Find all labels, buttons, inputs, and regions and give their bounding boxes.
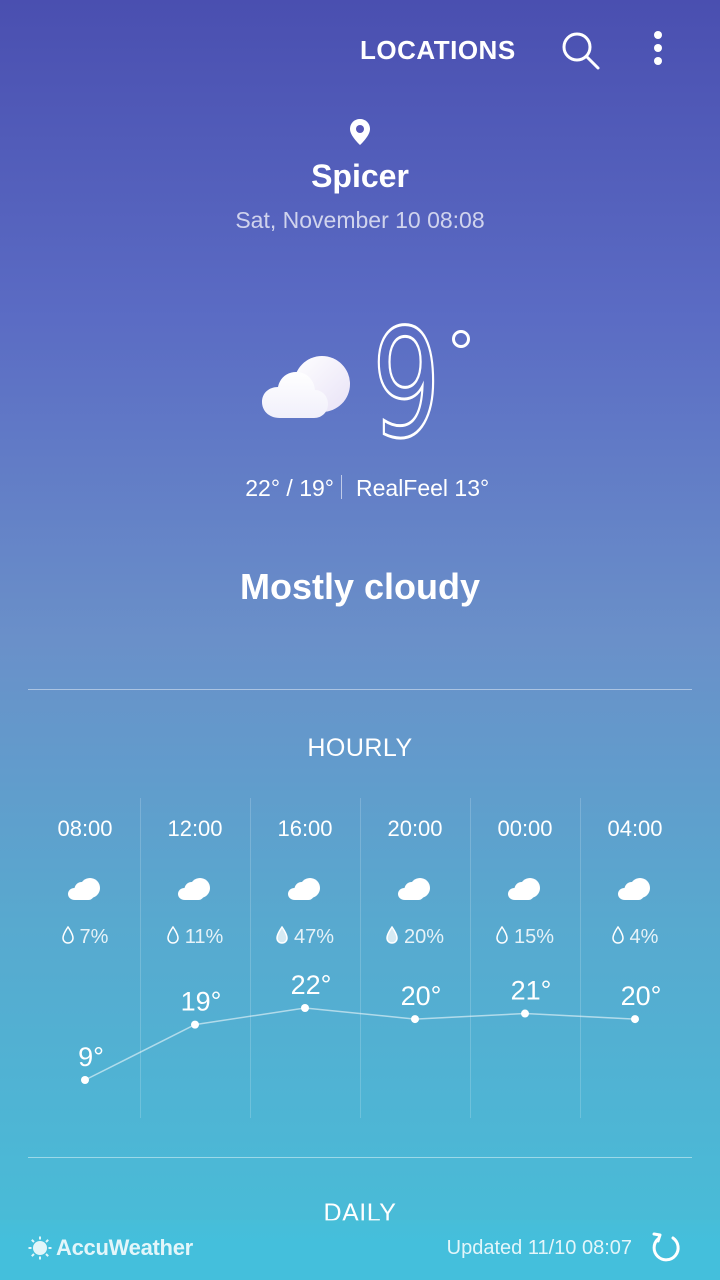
temperature-point	[191, 1020, 199, 1029]
mostly-cloudy-icon	[507, 876, 543, 902]
hourly-precipitation-value: 15%	[513, 926, 555, 948]
hourly-precipitation-value: 20%	[403, 926, 445, 948]
hourly-time: 12:00	[167, 816, 223, 841]
hourly-precipitation: 4%	[580, 922, 690, 952]
raindrop-icon	[276, 923, 288, 953]
temperature-label: 19°	[181, 987, 222, 1017]
section-divider	[28, 1157, 692, 1158]
hourly-precipitation: 15%	[470, 922, 580, 952]
hourly-time: 04:00	[607, 816, 663, 841]
hourly-precipitation-value: 4%	[629, 926, 659, 948]
mostly-cloudy-icon	[617, 876, 653, 902]
degree-symbol	[452, 330, 470, 348]
locations-button[interactable]: LOCATIONS	[360, 30, 515, 70]
temperature-point	[411, 1015, 419, 1024]
hourly-time: 00:00	[497, 816, 553, 841]
temperature-point	[81, 1076, 89, 1084]
raindrop-icon	[166, 923, 179, 953]
temperature-label: 21°	[511, 976, 552, 1006]
divider	[341, 475, 342, 499]
temperature-label: 9°	[78, 1042, 104, 1072]
hourly-time: 16:00	[277, 816, 333, 841]
weather-condition: Mostly cloudy	[239, 566, 481, 607]
temperature-label: 22°	[291, 970, 332, 1000]
hourly-precipitation-value: 11%	[184, 926, 224, 948]
hourly-precipitation-value: 47%	[293, 926, 335, 948]
search-icon[interactable]	[558, 28, 602, 72]
accuweather-logo[interactable]: AccuWeather	[56, 1232, 216, 1264]
temperature-point	[521, 1009, 529, 1018]
mostly-cloudy-icon	[67, 876, 103, 902]
hourly-section-title: HOURLY	[307, 734, 413, 762]
accuweather-sun-icon	[28, 1236, 52, 1260]
city-name[interactable]: Spicer	[200, 154, 520, 198]
more-vert-icon[interactable]	[640, 28, 676, 72]
temperature-line	[84, 1007, 636, 1081]
current-temperature-value: 9	[371, 298, 442, 472]
temperature-label: 20°	[621, 981, 662, 1011]
hourly-precipitation: 7%	[30, 922, 140, 952]
hourly-temperature-chart: 9° 19° 22° 20° 21° 20°	[78, 970, 662, 1084]
raindrop-icon	[496, 923, 508, 953]
hourly-precipitation: 11%	[140, 922, 250, 952]
mostly-cloudy-icon	[397, 876, 433, 902]
refresh-icon[interactable]	[648, 1230, 684, 1266]
hourly-precipitation-value: 7%	[79, 926, 109, 948]
raindrop-icon	[611, 923, 624, 953]
date-time: Sat, November 10 08:08	[235, 207, 485, 233]
hourly-time: 20:00	[387, 816, 443, 841]
current-temperature: 9	[371, 298, 492, 472]
location-pin-icon	[344, 116, 376, 148]
high-low-temperature: 22° / 19°	[245, 475, 334, 501]
mostly-cloudy-icon	[177, 876, 213, 902]
temperature-point	[301, 1004, 309, 1012]
temperature-label: 20°	[401, 981, 442, 1011]
realfeel-temperature: RealFeel 13°	[356, 475, 490, 501]
raindrop-icon	[386, 923, 398, 953]
mostly-cloudy-icon	[287, 876, 323, 902]
hourly-precipitation: 20%	[360, 922, 470, 952]
section-divider	[28, 689, 692, 690]
hourly-time: 08:00	[57, 816, 113, 841]
temperature-point	[631, 1015, 639, 1024]
updated-time: Updated 11/10 08:07	[446, 1237, 632, 1259]
mostly-cloudy-icon	[258, 350, 358, 425]
raindrop-icon	[61, 923, 74, 953]
hourly-precipitation: 47%	[250, 922, 360, 952]
